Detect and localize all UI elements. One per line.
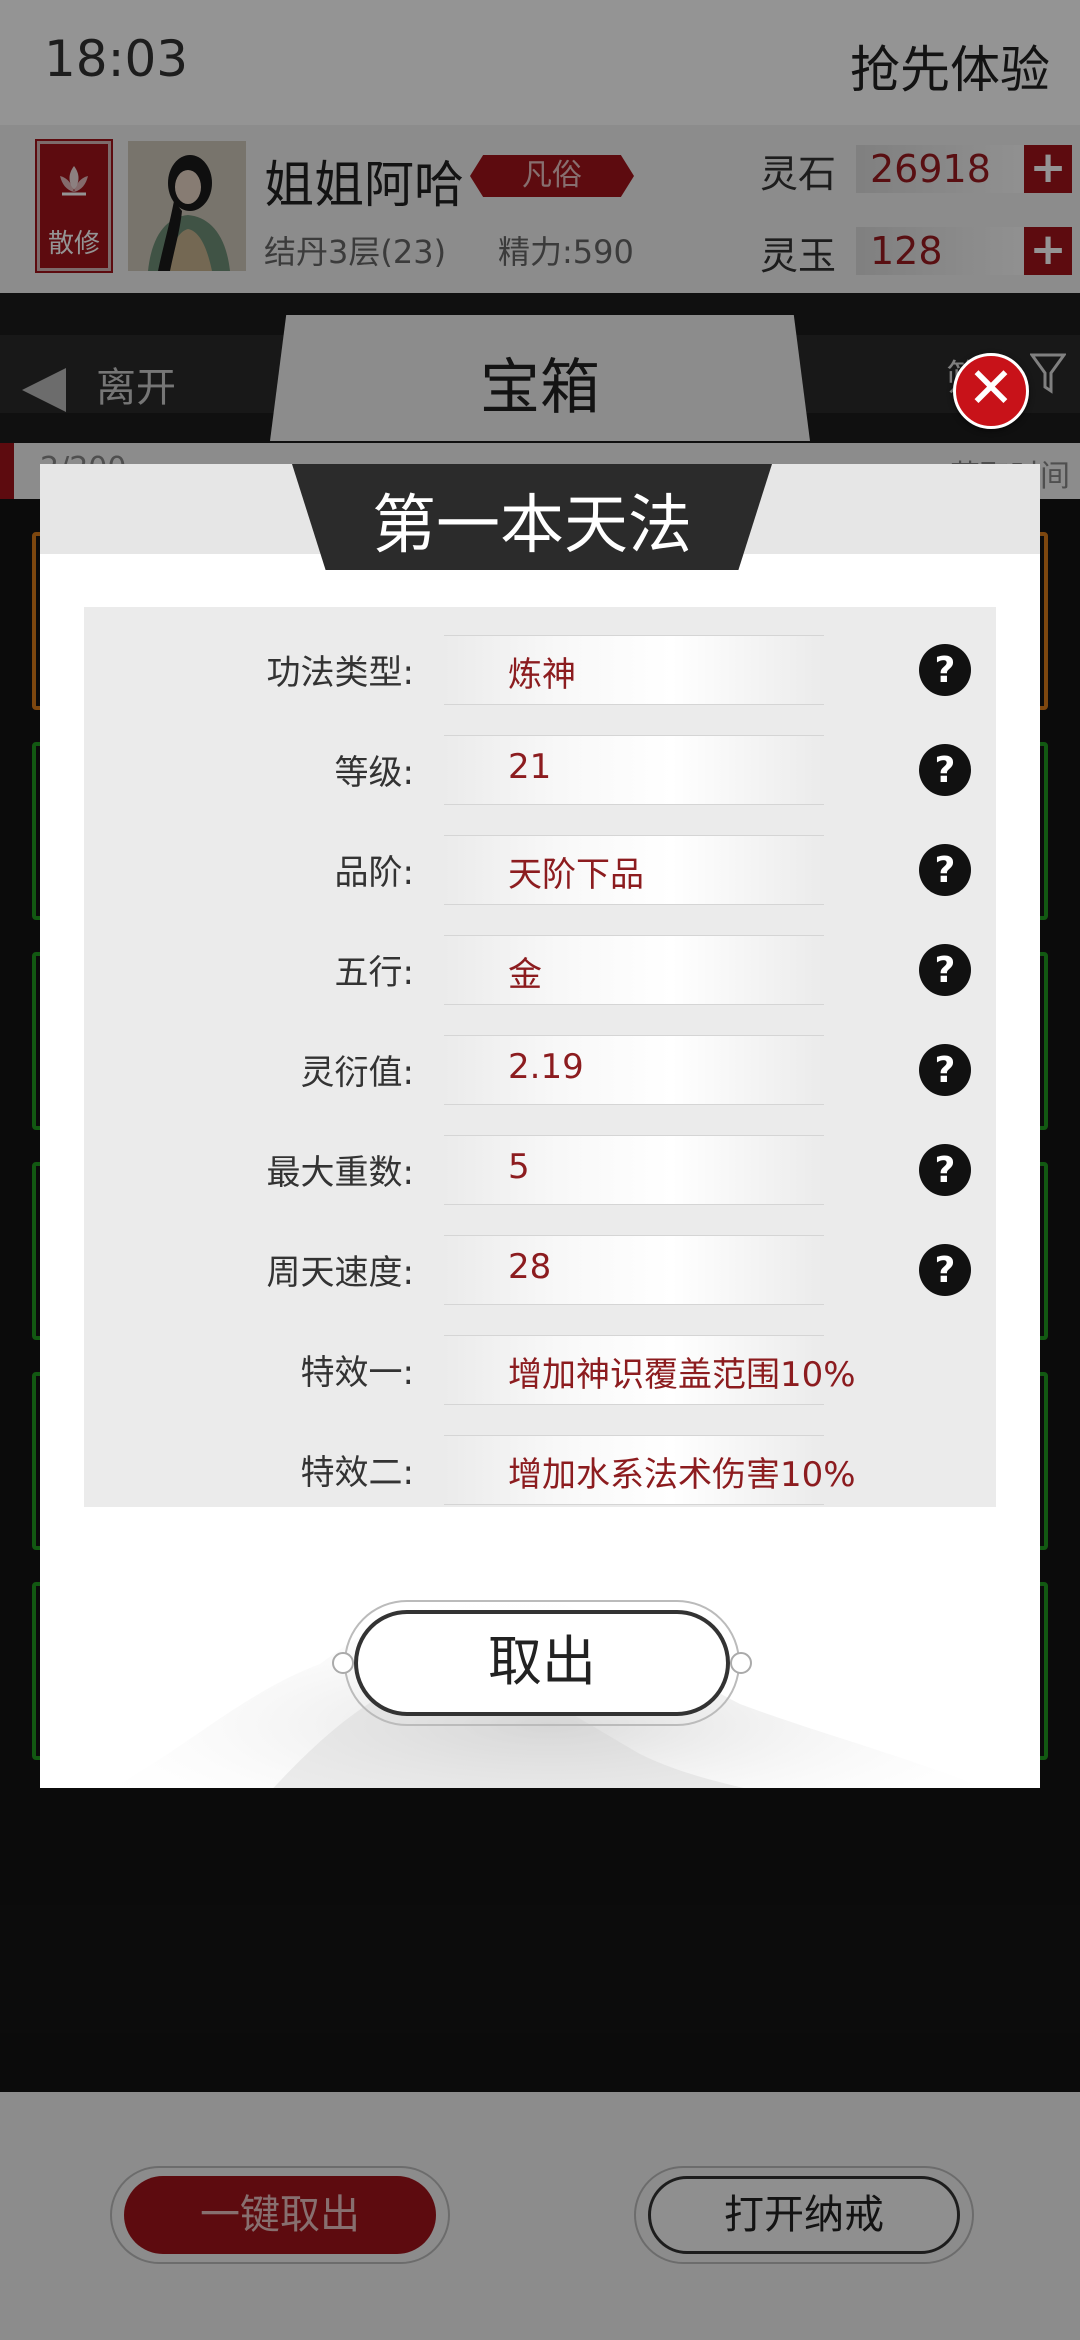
property-label: 品阶: xyxy=(334,853,414,893)
question-mark-icon[interactable]: ? xyxy=(916,641,974,699)
svg-text:?: ? xyxy=(935,1250,956,1291)
question-mark-icon[interactable]: ? xyxy=(916,1041,974,1099)
svg-text:?: ? xyxy=(935,950,956,991)
svg-text:?: ? xyxy=(935,1150,956,1191)
property-label: 周天速度: xyxy=(266,1253,414,1293)
property-value: 炼神 xyxy=(508,655,576,695)
property-label: 五行: xyxy=(334,953,414,993)
property-label: 功法类型: xyxy=(266,653,414,693)
svg-text:?: ? xyxy=(935,650,956,691)
item-detail-dialog: 第一本天法 功法类型: 炼神 ? 等级: 21 ? 品阶: 天阶下品 ? 五行:… xyxy=(40,464,1040,1788)
property-row: 特效二: 增加水系法术伤害10% xyxy=(84,1435,996,1505)
property-row: 特效一: 增加神识覆盖范围10% xyxy=(84,1335,996,1405)
dialog-title: 第一本天法 xyxy=(372,489,692,563)
property-value: 28 xyxy=(508,1247,552,1287)
svg-text:?: ? xyxy=(935,1050,956,1091)
property-row: 功法类型: 炼神 ? xyxy=(84,635,996,705)
property-row: 品阶: 天阶下品 ? xyxy=(84,835,996,905)
property-value: 5 xyxy=(508,1147,530,1187)
property-value: 21 xyxy=(508,747,552,787)
dialog-title-banner: 第一本天法 xyxy=(292,464,772,570)
property-label: 等级: xyxy=(334,753,414,793)
property-label: 特效一: xyxy=(300,1353,414,1393)
property-value: 天阶下品 xyxy=(508,855,644,895)
property-row: 等级: 21 ? xyxy=(84,735,996,805)
property-row: 最大重数: 5 ? xyxy=(84,1135,996,1205)
property-label: 特效二: xyxy=(300,1453,414,1493)
property-value: 金 xyxy=(508,955,542,995)
property-row: 五行: 金 ? xyxy=(84,935,996,1005)
property-value: 2.19 xyxy=(508,1047,584,1087)
property-row: 周天速度: 28 ? xyxy=(84,1235,996,1305)
property-row: 灵衍值: 2.19 ? xyxy=(84,1035,996,1105)
take-out-button[interactable]: 取出 xyxy=(332,1600,752,1726)
svg-text:?: ? xyxy=(935,750,956,791)
question-mark-icon[interactable]: ? xyxy=(916,741,974,799)
question-mark-icon[interactable]: ? xyxy=(916,841,974,899)
property-label: 灵衍值: xyxy=(300,1053,414,1093)
question-mark-icon[interactable]: ? xyxy=(916,1141,974,1199)
property-panel: 功法类型: 炼神 ? 等级: 21 ? 品阶: 天阶下品 ? 五行: 金 ? 灵… xyxy=(84,607,996,1507)
property-label: 最大重数: xyxy=(266,1153,414,1193)
question-mark-icon[interactable]: ? xyxy=(916,941,974,999)
close-icon[interactable]: ✕ xyxy=(953,353,1029,429)
property-value: 增加水系法术伤害10% xyxy=(508,1455,856,1495)
take-out-label: 取出 xyxy=(354,1610,730,1716)
property-value: 增加神识覆盖范围10% xyxy=(508,1355,856,1395)
question-mark-icon[interactable]: ? xyxy=(916,1241,974,1299)
svg-text:?: ? xyxy=(935,850,956,891)
